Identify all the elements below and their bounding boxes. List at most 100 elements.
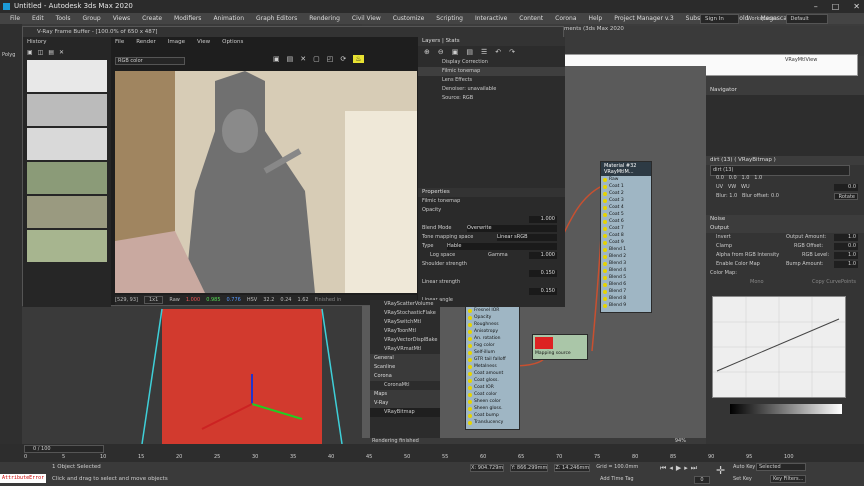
scanline-rollout[interactable]: Scanline xyxy=(370,363,440,372)
x-coord[interactable]: X: 904.729m xyxy=(470,464,505,472)
menu-item[interactable]: Help xyxy=(583,15,609,22)
node-slot[interactable]: Blend 6 xyxy=(601,281,651,288)
node-slot[interactable]: Coat gloss. xyxy=(466,377,519,384)
node-slot[interactable]: Coat 2 xyxy=(601,190,651,197)
w-angle[interactable]: 0.0 xyxy=(834,184,858,191)
layer-item[interactable]: Display Correction xyxy=(418,58,565,67)
save-all-icon[interactable]: ▤ xyxy=(287,55,294,63)
browser-item[interactable]: VRayStochasticFlake xyxy=(370,309,440,318)
auto-key-button[interactable]: Auto Key xyxy=(733,464,755,470)
menu-item[interactable]: Civil View xyxy=(346,15,387,22)
vray-maps-rollout[interactable]: V-Ray xyxy=(370,399,440,408)
material-node[interactable]: Material #32 VRayMtlM... Raw Coat 1 Coat 2C… xyxy=(600,161,652,313)
play-icon[interactable]: ▶ xyxy=(676,464,681,473)
uv-radio[interactable]: UV xyxy=(716,184,723,190)
blur-input[interactable]: 1.0 xyxy=(729,193,737,199)
history-thumb[interactable] xyxy=(27,128,107,160)
copy-curvepoints-button[interactable]: Copy CurvePoints xyxy=(812,278,856,287)
key-selection-dropdown[interactable]: Selected xyxy=(756,463,806,471)
menu-item[interactable]: File xyxy=(4,15,26,22)
current-frame-input[interactable]: 0 xyxy=(694,476,710,484)
refresh-icon[interactable]: ⟳ xyxy=(340,55,346,63)
node-slot[interactable]: An. rotation xyxy=(466,335,519,342)
enable-colormap-checkbox[interactable]: Enable Color Map xyxy=(716,261,760,267)
logspace-checkbox[interactable]: Log space xyxy=(422,252,455,258)
menu-item[interactable]: Interactive xyxy=(469,15,513,22)
history-thumb[interactable] xyxy=(27,94,107,126)
type-dropdown[interactable]: Hable xyxy=(447,243,557,250)
general-rollout[interactable]: General xyxy=(370,354,440,363)
maxscript-listener[interactable]: AttributeError xyxy=(0,474,46,483)
add-time-tag[interactable]: Add Time Tag xyxy=(600,476,634,482)
menu-item[interactable]: Rendering xyxy=(303,15,346,22)
vfb-menu-item[interactable]: Render xyxy=(136,39,156,45)
browser-item[interactable]: VRayVectorDisplBake xyxy=(370,336,440,345)
browser-item[interactable]: VRayVRmatMtl xyxy=(370,345,440,354)
history-thumb[interactable] xyxy=(27,196,107,228)
vfb-menu-item[interactable]: File xyxy=(115,39,124,45)
rotate-button[interactable]: Rotate xyxy=(834,193,858,200)
save-image-icon[interactable]: ▣ xyxy=(273,55,280,63)
clamp-checkbox[interactable]: Clamp xyxy=(716,243,732,249)
wu-radio[interactable]: WU xyxy=(741,184,750,190)
node-slot[interactable]: Blend 7 xyxy=(601,288,651,295)
alpha-intensity-checkbox[interactable]: Alpha from RGB Intensity xyxy=(716,252,779,258)
menu-item[interactable]: Edit xyxy=(26,15,50,22)
node-slot[interactable]: Coat IOR xyxy=(466,384,519,391)
compare-icon[interactable]: ◫ xyxy=(38,49,44,56)
v-offset[interactable]: 0.0 xyxy=(729,175,737,181)
colorspace-dropdown[interactable]: HSV xyxy=(247,297,257,303)
menu-item[interactable]: Tools xyxy=(50,15,77,22)
remove-layer-icon[interactable]: ⊖ xyxy=(438,48,444,56)
z-coord[interactable]: Z: 14.246mm xyxy=(554,464,591,472)
node-slot[interactable]: Coat 6 xyxy=(601,218,651,225)
menu-item[interactable]: Scripting xyxy=(430,15,469,22)
sample-mode[interactable]: 1x1 xyxy=(144,296,164,304)
maps-rollout[interactable]: Maps xyxy=(370,390,440,399)
close-icon[interactable]: ✕ xyxy=(853,0,860,13)
browser-item[interactable]: VRayScatterVolume xyxy=(370,300,440,309)
opacity-input[interactable]: 1.000 xyxy=(529,216,557,223)
left-tab[interactable]: Polyg xyxy=(0,24,22,86)
layer-item[interactable]: Filmic tonemap xyxy=(418,67,565,76)
node-slot[interactable]: Metalness xyxy=(466,363,519,370)
bump-amount-input[interactable]: 1.0 xyxy=(834,261,858,268)
node-slot[interactable]: Coat 9 xyxy=(601,239,651,246)
browser-item[interactable]: VRaySwitchMtl xyxy=(370,318,440,327)
tonemap-dropdown[interactable]: Linear sRGB xyxy=(497,234,557,241)
node-slot[interactable]: Blend 2 xyxy=(601,253,651,260)
u-tiling[interactable]: 1.0 xyxy=(741,175,749,181)
undo-icon[interactable]: ↶ xyxy=(495,48,501,56)
maximize-icon[interactable]: □ xyxy=(832,0,840,13)
menu-item[interactable]: Create xyxy=(136,15,168,22)
shoulder-input[interactable]: 0.150 xyxy=(529,270,557,277)
tab-stats[interactable]: Stats xyxy=(446,38,460,44)
rgb-level-input[interactable]: 1.0 xyxy=(834,252,858,259)
node-slot[interactable]: Translucency xyxy=(466,419,519,426)
time-slider[interactable]: 0 / 100 xyxy=(24,445,104,453)
y-coord[interactable]: Y: 866.299mm xyxy=(510,464,549,472)
node-slot[interactable]: Coat bump xyxy=(466,412,519,419)
key-filters-button[interactable]: Key Filters... xyxy=(770,475,806,483)
goto-start-icon[interactable]: ⏮ xyxy=(660,464,666,473)
node-slot[interactable]: Self-illum xyxy=(466,349,519,356)
signin-button[interactable]: Sign In xyxy=(700,13,739,24)
node-slot[interactable]: Coat amount xyxy=(466,370,519,377)
v-tiling[interactable]: 1.0 xyxy=(754,175,762,181)
node-slot[interactable]: Coat 8 xyxy=(601,232,651,239)
vraymtl-node[interactable]: Fresnel IOR Opacity Roughness Anisotropy An.… xyxy=(465,300,520,430)
node-slot[interactable]: Coat 5 xyxy=(601,211,651,218)
layer-item[interactable]: Source: RGB xyxy=(418,94,565,103)
vw-radio[interactable]: VW xyxy=(728,184,736,190)
zoom-icon[interactable]: ◰ xyxy=(327,55,334,63)
goto-end-icon[interactable]: ⏭ xyxy=(691,464,697,473)
save-icon[interactable]: ▣ xyxy=(27,49,33,56)
menu-item[interactable]: Views xyxy=(107,15,136,22)
blend-dropdown[interactable]: Overwrite xyxy=(467,225,557,232)
next-frame-icon[interactable]: ▸ xyxy=(684,464,688,473)
node-slot[interactable]: Coat 3 xyxy=(601,197,651,204)
redo-icon[interactable]: ↷ xyxy=(509,48,515,56)
history-thumb[interactable] xyxy=(27,162,107,194)
node-slot[interactable]: Coat color xyxy=(466,391,519,398)
node-slot[interactable]: Blend 8 xyxy=(601,295,651,302)
